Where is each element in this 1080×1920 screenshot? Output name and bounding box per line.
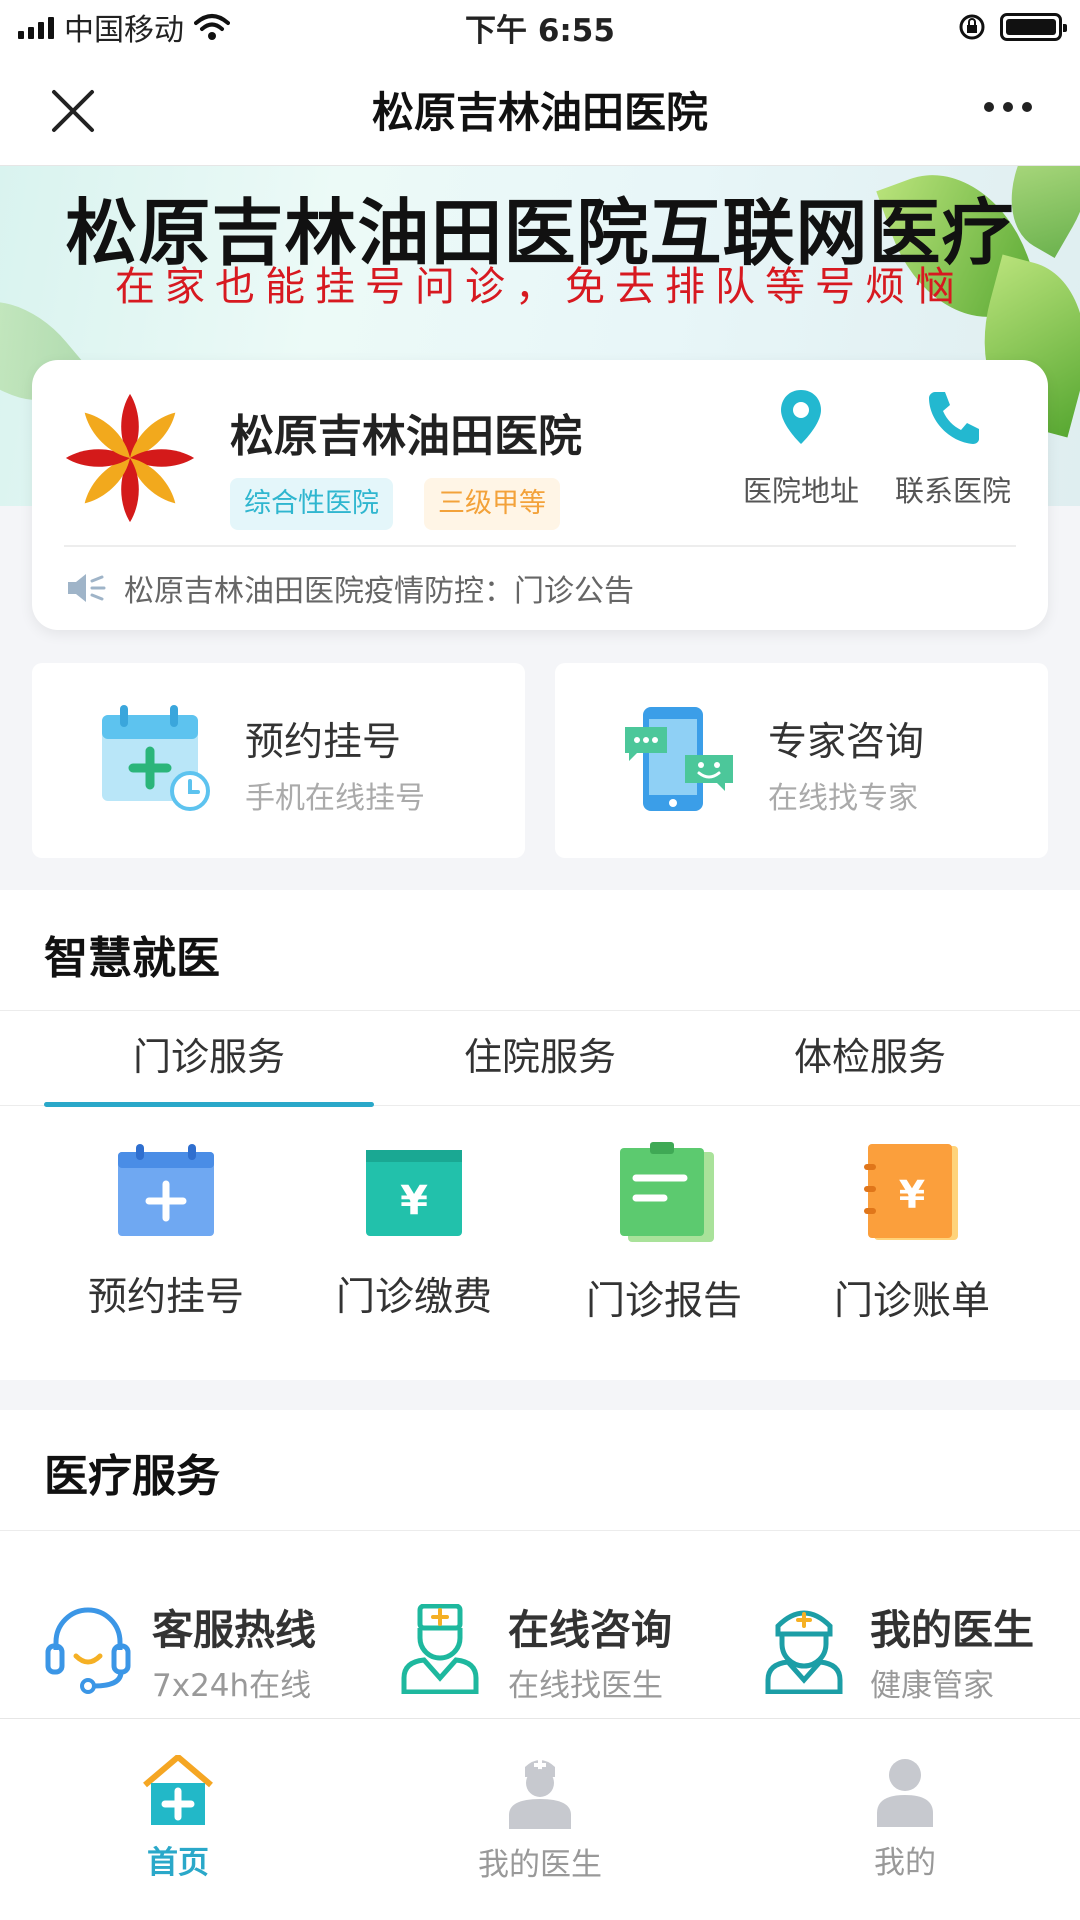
service-bill-label: 门诊账单	[833, 1279, 990, 1324]
quick-register-subtitle: 手机在线挂号	[245, 781, 425, 816]
wallet-yuan-icon: ¥	[366, 1150, 462, 1236]
contact-hospital-label: 联系医院	[894, 474, 1011, 508]
hospital-type-badge: 综合性医院	[230, 478, 393, 530]
notebook-yuan-icon: ¥	[864, 1144, 958, 1240]
rotation-lock-icon	[959, 14, 985, 40]
tabbar-me-label: 我的	[874, 1845, 936, 1881]
more-icon[interactable]	[984, 102, 1032, 112]
status-bar: 中国移动 下午 6:55	[0, 0, 1080, 54]
home-icon	[143, 1754, 213, 1825]
carrier-label: 中国移动	[64, 13, 184, 48]
service-report[interactable]: 门诊报告	[544, 1142, 784, 1326]
expert-consult-tile[interactable]: 专家咨询 在线找专家	[555, 663, 1048, 858]
hospital-name: 松原吉林油田医院	[230, 411, 582, 462]
medical-services-section: 医疗服务 客服热线 7x24h在线 在线咨询 在线找医生 我的医生 健康管家	[0, 1410, 1080, 1720]
doctor-avatar-icon	[509, 1759, 571, 1829]
section-title: 医疗服务	[44, 1451, 220, 1502]
tab-inpatient[interactable]: 住院服务	[375, 1011, 705, 1107]
wifi-icon	[194, 14, 230, 40]
banner-subtitle: 在家也能挂号问诊，免去排队等号烦恼	[115, 264, 965, 310]
calendar-plus-icon	[118, 1144, 214, 1236]
svg-text:¥: ¥	[899, 1173, 925, 1217]
service-appointment-label: 预约挂号	[87, 1275, 244, 1320]
online-consult-title: 在线咨询	[508, 1606, 672, 1654]
notice-bar[interactable]: 松原吉林油田医院疫情防控：门诊公告	[66, 566, 634, 610]
nav-bar: 松原吉林油田医院	[0, 54, 1080, 166]
expert-consult-subtitle: 在线找专家	[768, 781, 918, 816]
tab-checkup[interactable]: 体检服务	[705, 1011, 1035, 1107]
online-consult-subtitle: 在线找医生	[508, 1668, 663, 1704]
bottom-tab-bar: 首页 我的医生 我的	[0, 1718, 1080, 1920]
phone-icon	[929, 392, 979, 444]
contact-hospital-button[interactable]: 联系医院	[888, 388, 1018, 510]
service-tabs: 门诊服务 住院服务 体检服务	[0, 1010, 1080, 1107]
hospital-address-button[interactable]: 医院地址	[736, 388, 866, 510]
nurse-icon	[765, 1610, 843, 1694]
divider	[64, 545, 1016, 547]
hospital-card: 松原吉林油田医院 综合性医院 三级甲等 医院地址 联系医院 松原吉林油田医院疫情…	[32, 360, 1048, 630]
hospital-logo	[65, 393, 195, 523]
tabbar-my-doctor[interactable]: 我的医生	[430, 1755, 650, 1884]
tabbar-me[interactable]: 我的	[795, 1755, 1015, 1882]
hotline-subtitle: 7x24h在线	[152, 1668, 312, 1704]
hospital-level-badge: 三级甲等	[424, 478, 560, 530]
location-pin-icon	[781, 390, 821, 444]
hotline-title: 客服热线	[152, 1606, 316, 1654]
quick-register-title: 预约挂号	[245, 720, 402, 765]
calendar-add-icon	[102, 705, 210, 811]
clipboard-report-icon	[620, 1142, 714, 1242]
svg-text:¥: ¥	[400, 1178, 428, 1224]
notice-text: 松原吉林油田医院疫情防控：门诊公告	[124, 574, 634, 609]
user-icon	[877, 1759, 933, 1827]
divider	[0, 1530, 1080, 1531]
quick-register-tile[interactable]: 预约挂号 手机在线挂号	[32, 663, 525, 858]
service-payment[interactable]: ¥ 门诊缴费	[294, 1142, 534, 1322]
tabbar-my-doctor-label: 我的医生	[478, 1847, 602, 1883]
service-bill[interactable]: ¥ 门诊账单	[792, 1142, 1032, 1326]
tab-outpatient[interactable]: 门诊服务	[44, 1011, 374, 1107]
phone-chat-icon	[625, 707, 733, 811]
headset-icon	[45, 1607, 131, 1694]
speaker-icon	[68, 574, 106, 602]
doctor-icon	[401, 1604, 479, 1694]
close-icon[interactable]	[50, 88, 96, 134]
service-payment-label: 门诊缴费	[335, 1275, 492, 1320]
my-doctor-subtitle: 健康管家	[870, 1668, 994, 1704]
service-report-label: 门诊报告	[585, 1279, 742, 1324]
section-title: 智慧就医	[44, 933, 220, 984]
signal-icon	[18, 15, 54, 39]
tabbar-home[interactable]: 首页	[68, 1754, 288, 1882]
expert-consult-title: 专家咨询	[768, 720, 925, 765]
hospital-address-label: 医院地址	[742, 474, 859, 508]
service-appointment[interactable]: 预约挂号	[46, 1142, 286, 1322]
smart-medical-section: 智慧就医 门诊服务 住院服务 体检服务 预约挂号 ¥ 门诊缴费 门诊报告 ¥ 门…	[0, 890, 1080, 1380]
my-doctor-title: 我的医生	[870, 1606, 1034, 1654]
tabbar-home-label: 首页	[147, 1845, 209, 1881]
page-title: 松原吉林油田医院	[371, 88, 708, 137]
battery-icon	[1000, 13, 1067, 41]
